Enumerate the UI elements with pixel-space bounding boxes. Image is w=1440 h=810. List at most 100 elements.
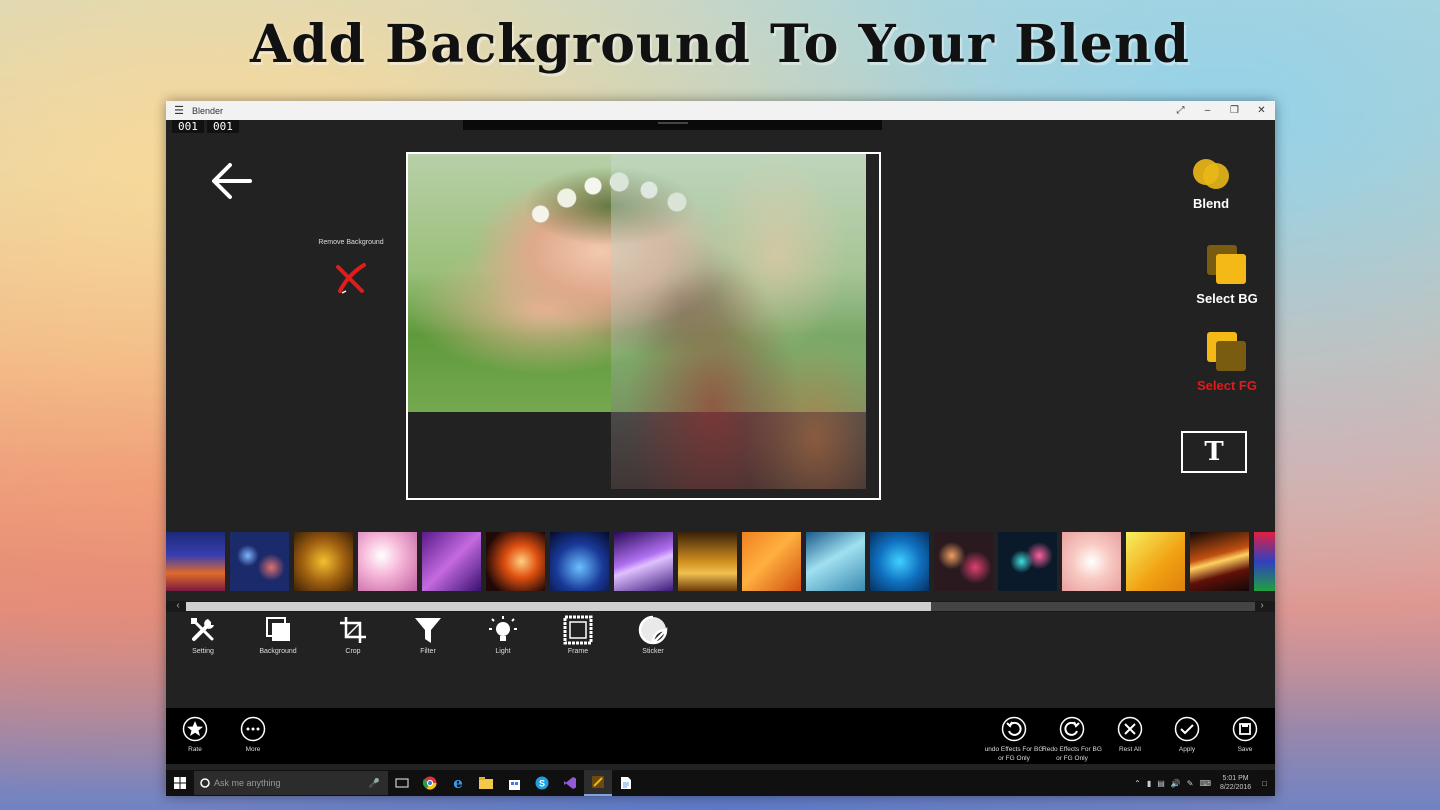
apply-button[interactable]: Apply bbox=[1157, 716, 1217, 754]
document-icon[interactable] bbox=[612, 770, 640, 796]
background-thumbnail[interactable] bbox=[358, 532, 417, 591]
background-thumbnail[interactable] bbox=[678, 532, 737, 591]
blend-button[interactable]: Blend bbox=[1178, 156, 1244, 211]
background-thumbnail[interactable] bbox=[934, 532, 993, 591]
background-thumbnail[interactable] bbox=[998, 532, 1057, 591]
remove-background-icon[interactable] bbox=[334, 261, 368, 295]
tool-light[interactable]: Light bbox=[473, 615, 533, 655]
hamburger-menu-icon[interactable]: ☰ bbox=[166, 104, 192, 117]
background-thumbnail[interactable] bbox=[1190, 532, 1249, 591]
foreground-photo[interactable] bbox=[611, 154, 866, 489]
scroll-left-icon[interactable]: ‹ bbox=[172, 600, 184, 611]
tool-label: Setting bbox=[192, 648, 214, 655]
more-label: More bbox=[245, 746, 261, 753]
skype-icon[interactable]: S bbox=[528, 770, 556, 796]
background-thumbnail-strip bbox=[166, 532, 1275, 592]
pen-icon[interactable]: ✎ bbox=[1187, 779, 1194, 788]
save-button[interactable]: Save bbox=[1215, 716, 1275, 754]
windows-taskbar: Ask me anything 🎤 e S ⌃ ▮ ▤ 🔊 ✎ ⌨ 5:01 P… bbox=[166, 770, 1275, 796]
thumbnail-scrollbar[interactable]: ‹ › bbox=[166, 600, 1275, 612]
background-thumbnail[interactable] bbox=[1062, 532, 1121, 591]
select-bg-label: Select BG bbox=[1196, 291, 1258, 306]
visual-studio-icon[interactable] bbox=[556, 770, 584, 796]
store-icon[interactable] bbox=[500, 770, 528, 796]
maximize-button[interactable]: ❐ bbox=[1221, 105, 1248, 116]
blend-circles-icon bbox=[1193, 159, 1229, 189]
tool-frame[interactable]: Frame bbox=[548, 615, 608, 655]
blend-label: Blend bbox=[1192, 196, 1230, 211]
rate-button[interactable]: Rate bbox=[165, 716, 225, 754]
select-fg-button[interactable]: Select FG bbox=[1188, 330, 1266, 393]
cortana-circle-icon bbox=[200, 778, 210, 788]
microphone-icon[interactable]: 🎤 bbox=[369, 778, 380, 789]
tool-filter[interactable]: Filter bbox=[398, 615, 458, 655]
tool-label: Crop bbox=[345, 648, 361, 655]
network-icon[interactable]: ▤ bbox=[1157, 779, 1165, 788]
sticker-icon bbox=[638, 615, 668, 645]
tool-background[interactable]: Background bbox=[248, 615, 308, 655]
background-thumbnail[interactable] bbox=[230, 532, 289, 591]
tool-label: Background bbox=[259, 648, 297, 655]
save-label: Save bbox=[1237, 746, 1253, 753]
show-hidden-icons-chevron-icon[interactable]: ⌃ bbox=[1134, 779, 1141, 788]
minimize-button[interactable]: – bbox=[1194, 105, 1221, 116]
background-thumbnail[interactable] bbox=[550, 532, 609, 591]
save-disk-icon bbox=[1232, 716, 1258, 742]
volume-icon[interactable]: 🔊 bbox=[1171, 779, 1181, 788]
background-thumbnail[interactable] bbox=[614, 532, 673, 591]
file-explorer-icon[interactable] bbox=[472, 770, 500, 796]
rate-star-icon bbox=[182, 716, 208, 742]
fullscreen-icon[interactable]: ⤢ bbox=[1167, 105, 1194, 116]
reset-all-button[interactable]: Rest All bbox=[1100, 716, 1160, 754]
start-button[interactable] bbox=[166, 770, 194, 796]
tool-label: Light bbox=[495, 648, 511, 655]
select-bg-button[interactable]: Select BG bbox=[1188, 243, 1266, 306]
layer-counter-right: 001 bbox=[207, 120, 239, 133]
background-thumbnail[interactable] bbox=[422, 532, 481, 591]
tool-sticker[interactable]: Sticker bbox=[623, 615, 683, 655]
task-view-icon[interactable] bbox=[388, 770, 416, 796]
more-button[interactable]: More bbox=[223, 716, 283, 754]
select-fg-icon bbox=[1207, 332, 1246, 371]
background-thumbnail[interactable] bbox=[1126, 532, 1185, 591]
background-thumbnail[interactable] bbox=[294, 532, 353, 591]
undo-label: undo Effects For BG or FG Only bbox=[984, 746, 1044, 762]
blender-app-icon[interactable] bbox=[584, 770, 612, 796]
taskbar-clock[interactable]: 5:01 PM 8/22/2016 bbox=[1220, 774, 1251, 792]
background-thumbnail[interactable] bbox=[870, 532, 929, 591]
close-button[interactable]: ✕ bbox=[1248, 105, 1275, 116]
background-thumbnail[interactable] bbox=[1254, 532, 1275, 591]
scroll-right-icon[interactable]: › bbox=[1256, 600, 1268, 611]
undo-button[interactable]: undo Effects For BG or FG Only bbox=[984, 716, 1044, 763]
window-title: Blender bbox=[192, 105, 224, 116]
svg-text:S: S bbox=[539, 779, 545, 789]
background-thumbnail[interactable] bbox=[742, 532, 801, 591]
background-thumbnail[interactable] bbox=[486, 532, 545, 591]
crop-icon bbox=[340, 617, 366, 643]
tool-label: Sticker bbox=[642, 648, 664, 655]
blend-canvas[interactable] bbox=[406, 152, 881, 500]
action-center-icon[interactable]: □ bbox=[1262, 779, 1267, 788]
tool-setting[interactable]: Setting bbox=[173, 615, 233, 655]
title-bar: ☰ Blender ⤢ – ❐ ✕ bbox=[166, 101, 1275, 120]
edge-icon[interactable]: e bbox=[444, 770, 472, 796]
filter-funnel-icon bbox=[415, 618, 441, 643]
battery-icon[interactable]: ▮ bbox=[1147, 779, 1151, 788]
back-arrow-icon[interactable] bbox=[210, 159, 254, 203]
keyboard-icon[interactable]: ⌨ bbox=[1199, 779, 1211, 788]
layer-counter-left: 001 bbox=[172, 120, 204, 133]
select-fg-label: Select FG bbox=[1197, 378, 1257, 393]
clock-time: 5:01 PM bbox=[1222, 775, 1249, 782]
redo-button[interactable]: Redo Effects For BG or FG Only bbox=[1042, 716, 1102, 763]
add-text-button[interactable]: T bbox=[1181, 431, 1247, 473]
more-dots-icon bbox=[240, 716, 266, 742]
tool-crop[interactable]: Crop bbox=[323, 615, 383, 655]
top-drag-strip[interactable] bbox=[463, 120, 882, 130]
cortana-search-box[interactable]: Ask me anything 🎤 bbox=[194, 771, 388, 795]
background-thumbnail[interactable] bbox=[166, 532, 225, 591]
setting-tools-icon bbox=[191, 618, 214, 641]
chrome-icon[interactable] bbox=[416, 770, 444, 796]
background-thumbnail[interactable] bbox=[806, 532, 865, 591]
scrollbar-thumb[interactable] bbox=[186, 602, 931, 611]
light-bulb-icon bbox=[489, 616, 517, 641]
